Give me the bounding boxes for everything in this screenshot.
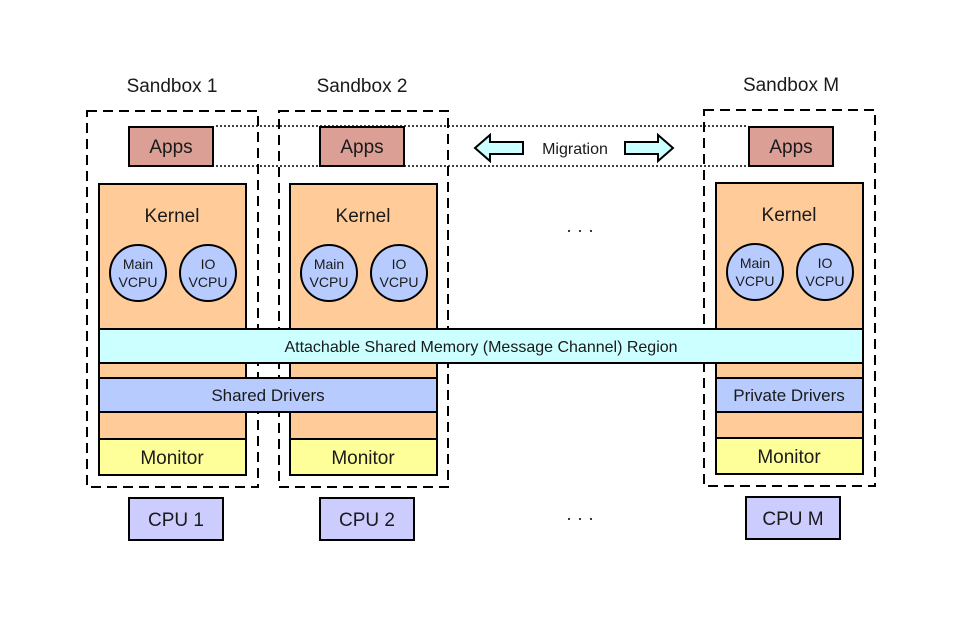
kernel-label: Kernel: [145, 206, 200, 227]
apps-label: Apps: [340, 137, 383, 158]
io-vcpu-label-line1: IO: [201, 256, 216, 272]
shared-drivers-label: Shared Drivers: [211, 386, 324, 405]
io-vcpu-circle: [179, 244, 237, 302]
sandbox-title: Sandbox 1: [127, 76, 218, 97]
sandbox-title: Sandbox 2: [317, 76, 408, 97]
main-vcpu-circle: [109, 244, 167, 302]
io-vcpu-label-line1: IO: [392, 256, 407, 272]
io-vcpu-circle: [370, 244, 428, 302]
sandbox-2: Sandbox 2 Apps Kernel Main VCPU IO VCPU Monitor…: [278, 76, 449, 541]
kernel-label: Kernel: [762, 205, 817, 226]
monitor-label: Monitor: [140, 448, 204, 469]
main-vcpu-label-line1: Main: [314, 256, 344, 272]
migration-left-arrow-icon: [473, 132, 524, 164]
cpu-label: CPU 2: [339, 510, 395, 531]
cpu-label: CPU M: [762, 509, 823, 530]
main-vcpu-circle: [726, 243, 784, 301]
io-vcpu-label-line2: VCPU: [189, 274, 228, 290]
sandbox-m: Sandbox M Apps Kernel Main VCPU IO VCPU Monitor…: [703, 75, 876, 540]
kernel-label: Kernel: [336, 206, 391, 227]
io-vcpu-label-line1: IO: [818, 255, 833, 271]
io-vcpu-label-line2: VCPU: [380, 274, 419, 290]
apps-label: Apps: [149, 137, 192, 158]
io-vcpu-circle: [796, 243, 854, 301]
architecture-diagram: Sandbox 1 Apps Kernel Main VCPU IO VCPU Monitor…: [86, 75, 876, 541]
migration-right-arrow-icon: [624, 132, 675, 164]
migration-label: Migration: [542, 141, 608, 158]
main-vcpu-label-line2: VCPU: [310, 274, 349, 290]
ellipsis-cpus: · · ·: [566, 508, 594, 528]
monitor-label: Monitor: [757, 447, 821, 468]
main-vcpu-label-line1: Main: [123, 256, 153, 272]
main-vcpu-label-line2: VCPU: [736, 273, 775, 289]
sandbox-title: Sandbox M: [743, 75, 839, 96]
main-vcpu-circle: [300, 244, 358, 302]
apps-label: Apps: [769, 137, 812, 158]
private-drivers-label: Private Drivers: [733, 386, 844, 405]
shared-memory-label: Attachable Shared Memory (Message Channe…: [284, 339, 677, 356]
main-vcpu-label-line1: Main: [740, 255, 770, 271]
cpu-label: CPU 1: [148, 510, 204, 531]
sandbox-1: Sandbox 1 Apps Kernel Main VCPU IO VCPU Monitor…: [86, 76, 259, 541]
ellipsis-sandboxes: · · ·: [566, 220, 594, 240]
main-vcpu-label-line2: VCPU: [119, 274, 158, 290]
io-vcpu-label-line2: VCPU: [806, 273, 845, 289]
monitor-label: Monitor: [331, 448, 395, 469]
